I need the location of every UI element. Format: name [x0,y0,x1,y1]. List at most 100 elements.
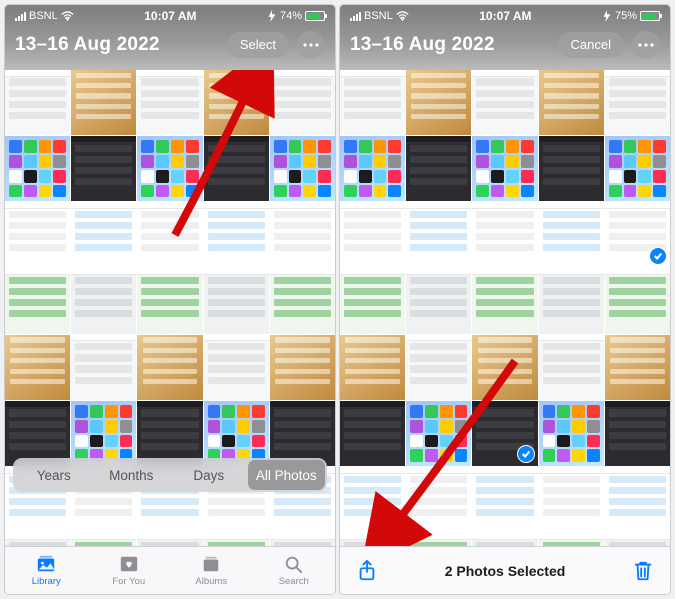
photo-thumbnail[interactable] [5,401,70,466]
photo-thumbnail[interactable] [270,202,335,267]
photo-thumbnail[interactable] [605,269,670,334]
photo-thumbnail[interactable] [71,533,136,546]
photo-thumbnail[interactable] [5,335,70,400]
status-left: BSNL [350,10,409,22]
photo-thumbnail[interactable] [204,533,269,546]
photo-thumbnail[interactable] [605,136,670,201]
photo-thumbnail[interactable] [406,533,471,546]
photo-thumbnail[interactable] [340,70,405,135]
photo-thumbnail[interactable] [539,335,604,400]
segment-years[interactable]: Years [15,460,93,490]
tab-bar: Library For You Albums Search [5,546,335,594]
photo-thumbnail[interactable] [605,467,670,532]
battery-icon [305,11,325,21]
photo-thumbnail[interactable] [270,70,335,135]
photo-thumbnail[interactable] [539,70,604,135]
photo-thumbnail[interactable] [340,269,405,334]
cancel-button[interactable]: Cancel [558,32,624,58]
select-button[interactable]: Select [227,32,289,58]
photo-thumbnail[interactable] [472,269,537,334]
photo-thumbnail[interactable] [5,533,70,546]
photo-thumbnail[interactable] [406,70,471,135]
photo-thumbnail[interactable] [472,335,537,400]
tab-library[interactable]: Library [5,547,88,594]
photo-thumbnail[interactable] [137,533,202,546]
photo-thumbnail[interactable] [406,467,471,532]
photo-thumbnail[interactable] [406,136,471,201]
photo-thumbnail[interactable] [605,533,670,546]
photo-thumbnail[interactable] [71,202,136,267]
photo-thumbnail[interactable] [472,533,537,546]
photo-thumbnail[interactable] [71,401,136,466]
tab-albums[interactable]: Albums [170,547,253,594]
photo-thumbnail[interactable] [204,136,269,201]
ellipsis-icon [303,43,319,47]
photo-thumbnail[interactable] [137,401,202,466]
photo-thumbnail[interactable] [605,202,670,267]
photo-thumbnail[interactable] [204,202,269,267]
photo-thumbnail[interactable] [71,335,136,400]
photo-thumbnail[interactable] [204,401,269,466]
photo-thumbnail[interactable] [137,70,202,135]
share-button[interactable] [356,559,378,583]
photo-thumbnail[interactable] [406,202,471,267]
photo-thumbnail[interactable] [204,269,269,334]
status-right: 75% [602,10,660,22]
photo-thumbnail[interactable] [5,202,70,267]
photo-thumbnail[interactable] [71,136,136,201]
photo-thumbnail[interactable] [605,335,670,400]
photo-thumbnail[interactable] [472,202,537,267]
photo-thumbnail[interactable] [270,136,335,201]
photo-thumbnail[interactable] [472,70,537,135]
photo-thumbnail[interactable] [204,70,269,135]
photo-thumbnail[interactable] [406,335,471,400]
photo-thumbnail[interactable] [270,335,335,400]
photo-thumbnail[interactable] [539,269,604,334]
photo-thumbnail[interactable] [5,269,70,334]
photo-thumbnail[interactable] [406,401,471,466]
photo-thumbnail[interactable] [137,269,202,334]
photo-thumbnail[interactable] [204,335,269,400]
photo-thumbnail[interactable] [539,533,604,546]
photo-thumbnail[interactable] [270,401,335,466]
tab-search[interactable]: Search [253,547,336,594]
photo-thumbnail[interactable] [472,467,537,532]
segment-all-photos[interactable]: All Photos [248,460,326,490]
cellular-signal-icon [15,12,26,21]
photo-thumbnail[interactable] [137,335,202,400]
photo-thumbnail[interactable] [406,269,471,334]
photo-thumbnail[interactable] [539,467,604,532]
photo-thumbnail[interactable] [340,136,405,201]
photo-thumbnail[interactable] [71,70,136,135]
photo-grid-selecting[interactable] [340,70,670,546]
photo-thumbnail[interactable] [340,202,405,267]
photo-thumbnail[interactable] [605,70,670,135]
view-segmented-control[interactable]: Years Months Days All Photos [13,458,327,492]
photo-thumbnail[interactable] [472,136,537,201]
photo-thumbnail[interactable] [340,335,405,400]
photo-grid[interactable]: Years Months Days All Photos [5,70,335,546]
segment-days[interactable]: Days [170,460,248,490]
photo-thumbnail[interactable] [340,401,405,466]
photo-thumbnail[interactable] [605,401,670,466]
photo-thumbnail[interactable] [137,202,202,267]
photo-thumbnail[interactable] [539,202,604,267]
carrier-label: BSNL [364,10,393,22]
more-button[interactable] [632,31,660,59]
more-button[interactable] [297,31,325,59]
photo-thumbnail[interactable] [539,401,604,466]
photo-thumbnail[interactable] [270,269,335,334]
photo-thumbnail[interactable] [340,467,405,532]
delete-button[interactable] [632,559,654,583]
search-icon [283,554,305,574]
photo-thumbnail[interactable] [5,70,70,135]
segment-months[interactable]: Months [93,460,171,490]
tab-for-you[interactable]: For You [88,547,171,594]
photo-thumbnail[interactable] [137,136,202,201]
photo-thumbnail[interactable] [270,533,335,546]
photo-thumbnail[interactable] [472,401,537,466]
photo-thumbnail[interactable] [5,136,70,201]
photo-thumbnail[interactable] [340,533,405,546]
photo-thumbnail[interactable] [71,269,136,334]
photo-thumbnail[interactable] [539,136,604,201]
